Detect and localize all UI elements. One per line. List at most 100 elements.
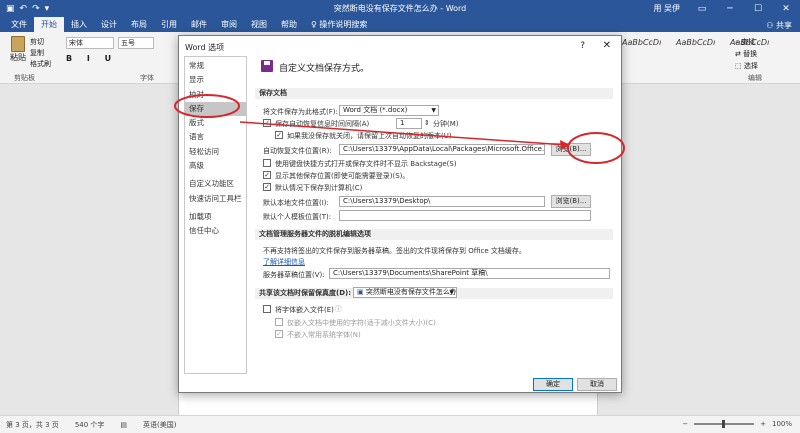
spinner-icon[interactable]: ⇕ [424, 119, 430, 127]
tab-review[interactable]: 审阅 [214, 17, 244, 32]
autorecover-checkbox[interactable]: ✓ [263, 119, 271, 127]
autorecover-label: 保存自动恢复信息时间间隔(A) [275, 120, 370, 128]
no-backstage-label: 使用键盘快捷方式打开或保存文件时不显示 Backstage(S) [275, 160, 457, 168]
embed-only-used-label: 仅嵌入文档中使用的字符(适于减小文件大小)(C) [287, 319, 436, 327]
close-icon[interactable]: ✕ [603, 40, 611, 51]
keep-last-version-checkbox[interactable]: ✓ [275, 131, 283, 139]
nav-display[interactable]: 显示 [185, 73, 246, 87]
ok-button[interactable]: 确定 [533, 378, 573, 391]
share-document-select[interactable]: ▣ 突然断电没有保存文件怎么办 ▼ [353, 287, 457, 298]
default-personal-input[interactable] [339, 210, 591, 221]
cut-button[interactable]: 剪切 [30, 37, 51, 48]
zoom-level[interactable]: 100% [772, 420, 792, 428]
proofing-icon[interactable]: ▤ [120, 421, 127, 429]
tab-references[interactable]: 引用 [154, 17, 184, 32]
autorecover-location-label: 自动恢复文件位置(R): [263, 147, 332, 155]
tab-mailings[interactable]: 邮件 [184, 17, 214, 32]
minutes-unit-label: 分钟(M) [433, 120, 459, 128]
paste-button[interactable]: 粘贴 [8, 36, 28, 64]
maximize-icon[interactable]: ☐ [744, 4, 772, 14]
nav-save[interactable]: 保存 [185, 101, 246, 117]
zoom-control: − + 100% [682, 420, 792, 428]
find-button[interactable]: ⌕ 查找 [735, 36, 758, 48]
redo-icon[interactable]: ↷ [32, 4, 40, 14]
font-name-select[interactable]: 宋体 [66, 37, 114, 49]
no-common-fonts-checkbox[interactable]: ✓ [275, 330, 283, 338]
no-backstage-checkbox[interactable] [263, 159, 271, 167]
save-format-value: Word 文档 (*.docx) [343, 106, 408, 114]
nav-typography[interactable]: 版式 [185, 116, 246, 130]
copy-button[interactable]: 复制 [30, 48, 51, 59]
tab-layout[interactable]: 布局 [124, 17, 154, 32]
style-item[interactable]: AaBbCcDı [676, 38, 724, 47]
font-size-select[interactable]: 五号 [118, 37, 154, 49]
style-item[interactable]: AaBbCcDı [622, 38, 670, 47]
ribbon-display-icon[interactable]: ▭ [688, 4, 716, 14]
offline-note: 不再支持将签出的文件保存到服务器草稿。签出的文件现将保存到 Office 文档缓… [263, 247, 526, 255]
cancel-button[interactable]: 取消 [577, 378, 617, 391]
close-window-icon[interactable]: ✕ [772, 4, 800, 14]
embed-only-used-checkbox[interactable] [275, 318, 283, 326]
tab-help[interactable]: 帮助 [274, 17, 304, 32]
nav-general[interactable]: 常规 [185, 59, 246, 73]
word-doc-icon: ▣ [357, 288, 366, 296]
save-to-computer-label: 默认情况下保存到计算机(C) [275, 184, 363, 192]
tab-file[interactable]: 文件 [4, 17, 34, 32]
share-button[interactable]: ⚇ 共享 [766, 20, 792, 31]
person-icon: ⚇ [766, 21, 776, 30]
zoom-in-icon[interactable]: + [760, 420, 766, 428]
nav-quick-access[interactable]: 快速访问工具栏 [185, 192, 246, 206]
show-locations-checkbox[interactable]: ✓ [263, 171, 271, 179]
quick-access-toolbar: ▣ ↶ ↷ ▾ [0, 4, 49, 14]
server-drafts-input[interactable]: C:\Users\13379\Documents\SharePoint 草稿\ [329, 268, 610, 279]
customize-icon[interactable]: ▾ [45, 4, 50, 14]
autorecover-minutes-input[interactable]: 1 [396, 118, 422, 129]
learn-more-link[interactable]: 了解详细信息 [263, 257, 305, 267]
clipboard-icon [11, 36, 25, 52]
user-account[interactable]: 用 吴伊 [653, 3, 680, 14]
autorecover-location-input[interactable]: C:\Users\13379\AppData\Local\Packages\Mi… [339, 144, 545, 155]
nav-language[interactable]: 语言 [185, 130, 246, 144]
browse-local-button[interactable]: 浏览(B)... [551, 195, 591, 208]
options-nav: 常规 显示 校对 保存 版式 语言 轻松访问 高级 自定义功能区 快速访问工具栏… [184, 56, 247, 374]
chevron-down-icon: ▼ [449, 289, 454, 296]
nav-trust-center[interactable]: 信任中心 [185, 224, 246, 238]
undo-icon[interactable]: ↶ [20, 4, 28, 14]
zoom-slider[interactable] [694, 420, 755, 428]
page-count[interactable]: 第 3 页，共 3 页 [6, 420, 59, 430]
window-controls: ▭ ─ ☐ ✕ [688, 0, 800, 17]
save-to-computer-checkbox[interactable]: ✓ [263, 183, 271, 191]
tab-insert[interactable]: 插入 [64, 17, 94, 32]
panel-heading: 自定义文档保存方式。 [279, 64, 370, 74]
save-format-select[interactable]: Word 文档 (*.docx) ▼ [339, 105, 439, 116]
info-icon[interactable]: ⓘ [335, 304, 342, 314]
zoom-out-icon[interactable]: − [682, 420, 688, 428]
document-title: 突然断电没有保存文件怎么办 - Word [333, 4, 467, 13]
format-painter-button[interactable]: 格式刷 [30, 59, 51, 70]
editing-group-label: 编辑 [748, 74, 762, 82]
select-button[interactable]: ⬚ 选择 [735, 60, 758, 72]
save-icon[interactable]: ▣ [6, 4, 15, 14]
replace-icon: ⇄ [735, 50, 744, 58]
ribbon-tabs: 文件 开始 插入 设计 布局 引用 邮件 审阅 视图 帮助 ♀ 操作说明搜索 ⚇… [0, 17, 800, 32]
nav-advanced[interactable]: 高级 [185, 159, 246, 173]
embed-fonts-checkbox[interactable] [263, 305, 271, 313]
tab-design[interactable]: 设计 [94, 17, 124, 32]
nav-addins[interactable]: 加载项 [185, 210, 246, 224]
help-icon[interactable]: ? [580, 41, 585, 51]
minimize-icon[interactable]: ─ [716, 4, 744, 14]
replace-button[interactable]: ⇄ 替换 [735, 48, 758, 60]
editing-group: ⌕ 查找 ⇄ 替换 ⬚ 选择 [735, 36, 758, 72]
tab-view[interactable]: 视图 [244, 17, 274, 32]
default-local-input[interactable]: C:\Users\13379\Desktop\ [339, 196, 545, 207]
nav-accessibility[interactable]: 轻松访问 [185, 145, 246, 159]
tab-home[interactable]: 开始 [34, 17, 64, 32]
language-status[interactable]: 英语(美国) [143, 420, 176, 430]
word-count[interactable]: 540 个字 [75, 420, 105, 430]
format-buttons[interactable]: B I U [66, 54, 117, 63]
share-fidelity-label: 共享该文档时保留保真度(D): [259, 289, 352, 297]
browse-autorecover-button[interactable]: 浏览(B)... [551, 143, 591, 156]
nav-proofing[interactable]: 校对 [185, 88, 246, 102]
tell-me-search[interactable]: ♀ 操作说明搜索 [304, 17, 374, 32]
nav-customize-ribbon[interactable]: 自定义功能区 [185, 177, 246, 191]
